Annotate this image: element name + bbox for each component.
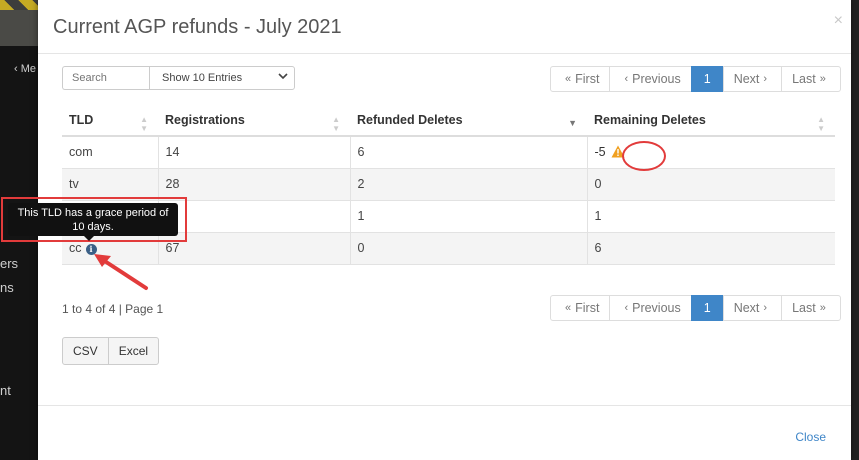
double-chevron-left-icon: « — [565, 302, 572, 314]
remaining-value: -5 — [594, 145, 606, 160]
entries-select-value: Show 10 Entries — [162, 72, 243, 84]
refunded-cell: 2 — [349, 168, 587, 201]
sort-icon: ▲ ▼ — [140, 115, 148, 133]
chevron-right-icon: › — [763, 73, 768, 85]
chevron-left-icon: ‹ — [624, 73, 629, 85]
next-page-button[interactable]: Next › — [722, 66, 783, 92]
pagination-top: «First ‹ Previous 1 Next › Last» — [550, 66, 841, 92]
tooltip-arrow — [84, 236, 94, 241]
background-sidebar-text: ers — [0, 256, 19, 271]
refunded-cell: 6 — [349, 136, 587, 169]
table-summary: 1 to 4 of 4 | Page 1 — [62, 302, 164, 316]
sort-icon: ▲ ▼ — [332, 115, 340, 133]
previous-page-button[interactable]: ‹ Previous — [609, 66, 692, 92]
excel-export-button[interactable]: Excel — [107, 337, 160, 365]
remaining-cell: 6 — [586, 232, 835, 265]
chevron-right-icon: › — [763, 302, 768, 314]
tooltip: This TLD has a grace period of 10 days. — [8, 203, 178, 236]
registrations-cell: 14 — [157, 136, 350, 169]
background-sidebar-text: ns — [0, 280, 14, 295]
chevron-left-icon: ‹ — [624, 302, 629, 314]
double-chevron-right-icon: » — [819, 302, 826, 314]
highlight-circle — [622, 141, 666, 171]
sort-desc-icon: ▼ — [568, 118, 577, 128]
previous-page-button[interactable]: ‹ Previous — [609, 295, 692, 321]
current-page-button[interactable]: 1 — [690, 66, 724, 92]
column-header-tld[interactable]: TLD ▲ ▼ — [62, 104, 158, 137]
next-page-button[interactable]: Next › — [722, 295, 783, 321]
modal-header: Current AGP refunds - July 2021 × — [38, 0, 851, 54]
refunded-cell: 1 — [349, 200, 587, 233]
table-row: tv 28 2 0 — [62, 168, 835, 201]
close-button[interactable]: Close — [795, 430, 826, 444]
registrations-cell: 28 — [157, 168, 350, 201]
entries-select[interactable]: Show 10 Entries — [149, 66, 295, 90]
refunded-cell: 0 — [349, 232, 587, 265]
csv-export-button[interactable]: CSV — [62, 337, 109, 365]
search-input[interactable] — [62, 66, 149, 90]
first-page-button[interactable]: «First — [550, 66, 611, 92]
modal-title: Current AGP refunds - July 2021 — [53, 16, 342, 38]
last-page-button[interactable]: Last» — [781, 295, 841, 321]
last-page-button[interactable]: Last» — [781, 66, 841, 92]
tld-cell: tv — [62, 168, 158, 201]
modal-footer: Close — [38, 405, 851, 460]
double-chevron-right-icon: » — [819, 73, 826, 85]
close-icon[interactable]: × — [834, 12, 843, 30]
background-menu-text: ‹ Me — [14, 63, 36, 75]
chevron-down-icon — [278, 71, 288, 84]
background-sidebar-text: nt — [0, 383, 11, 398]
double-chevron-left-icon: « — [565, 73, 572, 85]
column-header-registrations[interactable]: Registrations ▲ ▼ — [158, 104, 350, 137]
first-page-button[interactable]: «First — [550, 295, 611, 321]
current-page-button[interactable]: 1 — [690, 295, 724, 321]
export-button-group: CSV Excel — [62, 337, 160, 365]
remaining-cell: 0 — [586, 168, 835, 201]
pagination-bottom: «First ‹ Previous 1 Next › Last» — [550, 295, 841, 321]
table-row: com 14 6 -5 — [62, 136, 835, 169]
table-header-row: TLD ▲ ▼ Registrations ▲ ▼ Refunded Deletes ▼ … — [62, 104, 835, 137]
column-header-remaining-deletes[interactable]: Remaining Deletes ▲ ▼ — [587, 104, 835, 137]
sort-icon: ▲ ▼ — [817, 115, 825, 133]
remaining-cell: 1 — [586, 200, 835, 233]
annotation-arrow — [94, 254, 148, 290]
tld-cell: com — [62, 136, 158, 169]
column-header-refunded-deletes[interactable]: Refunded Deletes ▼ — [350, 104, 587, 137]
